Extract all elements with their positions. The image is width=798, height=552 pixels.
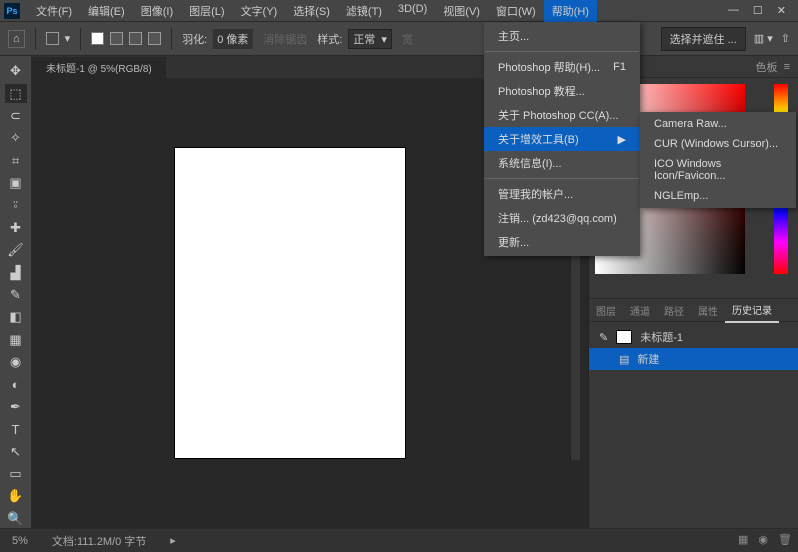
antialias-checkbox: 消除锯齿 [263,31,307,47]
menu-文字[interactable]: 文字(Y) [233,0,286,22]
feather-label: 羽化: [182,31,207,47]
maximize-button[interactable]: ☐ [753,4,763,17]
zoom-level[interactable]: 5% [12,535,28,547]
panel-tab-2[interactable]: 路径 [657,299,691,322]
home-icon[interactable]: ⌂ [8,30,25,48]
marquee-tool[interactable]: ⬚ [5,84,27,102]
submenu-item[interactable]: Camera Raw... [640,114,796,134]
select-and-mask-button[interactable]: 选择并遮住 ... [661,27,746,51]
dodge-tool[interactable]: ◐ [5,375,27,393]
brush-icon: ✎ [599,331,608,344]
new-doc-icon: ▤ [619,353,629,366]
panel-tab-1[interactable]: 通道 [623,299,657,322]
menu-item[interactable]: Photoshop 帮助(H)...F1 [484,55,640,79]
submenu-item[interactable]: ICO Windows Icon/Favicon... [640,154,796,186]
toolbox: ✥ ⬚ ⊂ ✧ ⌗ ▣ ⍤ ✚ 🖌 ▟ ✎ ◧ ▦ ◉ ◐ ✒ T ↖ ▭ ✋ 🔍 [0,56,32,528]
style-label: 样式: [317,31,342,47]
history-step-label: 新建 [637,351,659,367]
add-selection-icon[interactable] [110,32,123,45]
marquee-icon[interactable] [46,32,59,45]
eraser-tool[interactable]: ◧ [5,308,27,326]
selection-mode-group [91,32,161,45]
document-tab[interactable]: 未标题-1 @ 5%(RGB/8) [32,57,166,78]
menu-滤镜[interactable]: 滤镜(T) [338,0,390,22]
path-tool[interactable]: ↖ [5,442,27,460]
magic-tool[interactable]: ✧ [5,129,27,147]
options-bar: ⌂ ▾ 羽化: 0 像素 消除锯齿 样式: 正常 ▾ 宽 选择并遮住 ... ▥… [0,22,798,56]
style-select[interactable]: 正常 ▾ [348,29,392,49]
trash-icon[interactable]: ▦ [738,533,748,546]
submenu-item[interactable]: CUR (Windows Cursor)... [640,134,796,154]
menu-item[interactable]: 关于 Photoshop CC(A)... [484,103,640,127]
thumbnail [616,330,632,344]
lasso-tool[interactable]: ⊂ [5,107,27,125]
submenu-item[interactable]: NGLEmp... [640,186,796,206]
menu-bar: Ps 文件(F)编辑(E)图像(I)图层(L)文字(Y)选择(S)滤镜(T)3D… [0,0,798,22]
doc-info[interactable]: 文档:111.2M/0 字节 [52,533,146,549]
help-menu-dropdown: 主页... Photoshop 帮助(H)...F1Photoshop 教程...… [484,22,640,256]
panel-menu-icon[interactable]: ≡ [784,61,790,73]
chevron-right-icon: ▶ [618,133,626,146]
panel-toggle-icon[interactable]: ▥ ▾ [754,32,773,45]
menu-文件[interactable]: 文件(F) [28,0,80,22]
delete-icon[interactable]: 🗑 [778,533,792,546]
menu-item[interactable]: 关于增效工具(B)▶ [484,127,640,151]
panel-tab-0[interactable]: 图层 [589,299,623,322]
canvas[interactable] [175,148,405,458]
chevron-down-icon[interactable]: ▾ [65,32,71,45]
panel-tab-4[interactable]: 历史记录 [725,298,779,323]
crop-tool[interactable]: ⌗ [5,152,27,170]
menu-item[interactable]: 注销... (zd423@qq.com) [484,206,640,230]
gradient-tool[interactable]: ▦ [5,331,27,349]
stamp-tool[interactable]: ▟ [5,263,27,281]
info-chevron-icon[interactable]: ▸ [170,534,176,547]
rect-tool[interactable]: ▭ [5,465,27,483]
minimize-button[interactable]: — [728,4,739,17]
subtract-selection-icon[interactable] [129,32,142,45]
move-tool[interactable]: ✥ [5,62,27,80]
menu-编辑[interactable]: 编辑(E) [80,0,133,22]
menu-图像[interactable]: 图像(I) [133,0,181,22]
hand-tool[interactable]: ✋ [5,487,27,505]
status-bar: 5% 文档:111.2M/0 字节 ▸ [0,528,798,552]
camera-icon[interactable]: ◉ [758,533,768,546]
panel-tab-3[interactable]: 属性 [691,299,725,322]
menu-item[interactable]: 系统信息(I)... [484,151,640,175]
menu-选择[interactable]: 选择(S) [285,0,338,22]
menu-3d[interactable]: 3D(D) [390,0,435,22]
close-button[interactable]: ✕ [777,4,786,17]
patch-tool[interactable]: ✚ [5,219,27,237]
eyedrop-tool[interactable]: ⍤ [5,196,27,214]
menu-item[interactable]: 主页... [484,24,640,48]
zoom-tool[interactable]: 🔍 [5,510,27,528]
menu-item[interactable]: 更新... [484,230,640,254]
history-doc-name: 未标题-1 [640,329,683,345]
intersect-selection-icon[interactable] [148,32,161,45]
color-panel-tab[interactable]: 色板 [755,59,777,75]
window-controls: — ☐ ✕ [728,4,794,17]
feather-input[interactable]: 0 像素 [213,29,253,49]
history-panel-tabs: 图层通道路径属性历史记录 [589,298,798,322]
brush-tool[interactable]: 🖌 [5,241,27,259]
history-step[interactable]: ▤ 新建 [589,348,798,370]
pen-tool[interactable]: ✒ [5,398,27,416]
menu-item[interactable]: 管理我的帐户... [484,182,640,206]
blur-tool[interactable]: ◉ [5,353,27,371]
menu-item[interactable]: Photoshop 教程... [484,79,640,103]
width-label: 宽 [402,31,413,47]
history-panel: ✎ 未标题-1 ▤ 新建 [589,322,798,528]
frame-tool[interactable]: ▣ [5,174,27,192]
history-snapshot[interactable]: ✎ 未标题-1 [589,326,798,348]
menu-视图[interactable]: 视图(V) [435,0,488,22]
history-brush-tool[interactable]: ✎ [5,286,27,304]
share-icon[interactable]: ⇧ [781,32,790,45]
plugins-submenu: Camera Raw...CUR (Windows Cursor)...ICO … [640,112,796,208]
menu-窗口[interactable]: 窗口(W) [488,0,544,22]
marquee-mode-group: ▾ [46,32,71,45]
menu-帮助[interactable]: 帮助(H) [544,0,597,22]
new-selection-icon[interactable] [91,32,104,45]
menu-图层[interactable]: 图层(L) [181,0,232,22]
ps-logo: Ps [4,3,20,19]
type-tool[interactable]: T [5,420,27,438]
